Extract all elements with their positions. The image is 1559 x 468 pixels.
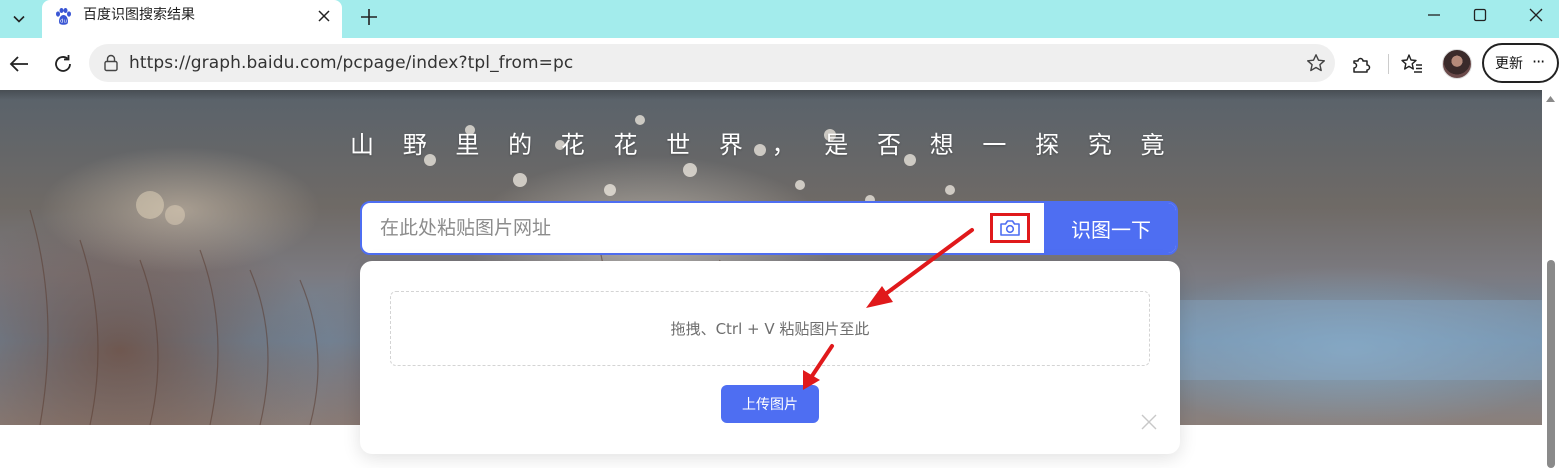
page-scrollbar[interactable] — [1542, 90, 1559, 468]
profile-avatar[interactable] — [1442, 49, 1472, 79]
plus-icon — [361, 9, 377, 25]
tab-close-button[interactable] — [314, 6, 334, 26]
baidu-paw-icon: du — [56, 8, 71, 25]
tab-actions-menu-button[interactable] — [4, 4, 34, 34]
more-icon: ··· — [1532, 52, 1545, 71]
minimize-button[interactable] — [1411, 0, 1457, 30]
tab-strip: du 百度识图搜索结果 — [0, 0, 1559, 38]
image-search-box: 识图一下 — [360, 201, 1178, 255]
panel-close-button[interactable] — [1138, 411, 1160, 433]
close-icon — [1141, 414, 1157, 430]
lock-icon — [104, 54, 118, 72]
toolbar-divider — [1388, 54, 1389, 74]
reload-icon — [55, 55, 71, 72]
update-label: 更新 — [1495, 56, 1523, 72]
address-bar[interactable]: https://graph.baidu.com/pcpage/index?tpl… — [89, 44, 1335, 82]
browser-toolbar: https://graph.baidu.com/pcpage/index?tpl… — [0, 38, 1559, 90]
star-icon — [1307, 54, 1325, 72]
favorites-list-icon — [1401, 54, 1422, 73]
back-arrow-icon — [9, 56, 28, 72]
close-icon — [318, 10, 330, 22]
active-tab[interactable]: du 百度识图搜索结果 — [42, 0, 342, 38]
back-button[interactable] — [6, 51, 32, 77]
upload-panel: 拖拽、Ctrl + V 粘贴图片至此 上传图片 — [360, 261, 1180, 454]
close-icon — [1529, 8, 1543, 22]
image-url-input[interactable] — [362, 203, 1044, 253]
camera-icon — [1000, 220, 1020, 236]
tab-title: 百度识图搜索结果 — [83, 7, 195, 23]
hero-top-fade — [0, 90, 1542, 100]
camera-upload-button[interactable] — [990, 213, 1030, 243]
maximize-button[interactable] — [1457, 0, 1503, 30]
favorite-button[interactable] — [1305, 52, 1327, 74]
drop-zone[interactable]: 拖拽、Ctrl + V 粘贴图片至此 — [390, 291, 1150, 366]
favorites-button[interactable] — [1399, 51, 1425, 77]
page-content: 山野里的花花世界，是否想一探究竟 识图一下 拖拽、Ctrl + V 粘贴图片至此… — [0, 90, 1542, 468]
puzzle-piece-icon — [1353, 57, 1371, 73]
reload-button[interactable] — [50, 51, 76, 77]
url-text: https://graph.baidu.com/pcpage/index?tpl… — [129, 53, 574, 73]
svg-text:du: du — [60, 19, 67, 25]
minimize-icon — [1428, 14, 1440, 16]
extensions-button[interactable] — [1348, 51, 1374, 77]
window-close-button[interactable] — [1513, 0, 1559, 30]
scroll-thumb[interactable] — [1547, 260, 1555, 468]
update-button[interactable]: 更新 ··· — [1482, 43, 1559, 83]
search-image-button[interactable]: 识图一下 — [1044, 203, 1176, 253]
chevron-down-icon — [13, 15, 25, 23]
upload-image-button[interactable]: 上传图片 — [721, 385, 819, 423]
new-tab-button[interactable] — [356, 4, 382, 30]
hero-headline: 山野里的花花世界，是否想一探究竟 — [350, 131, 1194, 159]
scroll-up-arrow-icon[interactable] — [1545, 94, 1556, 104]
maximize-icon — [1473, 8, 1487, 22]
